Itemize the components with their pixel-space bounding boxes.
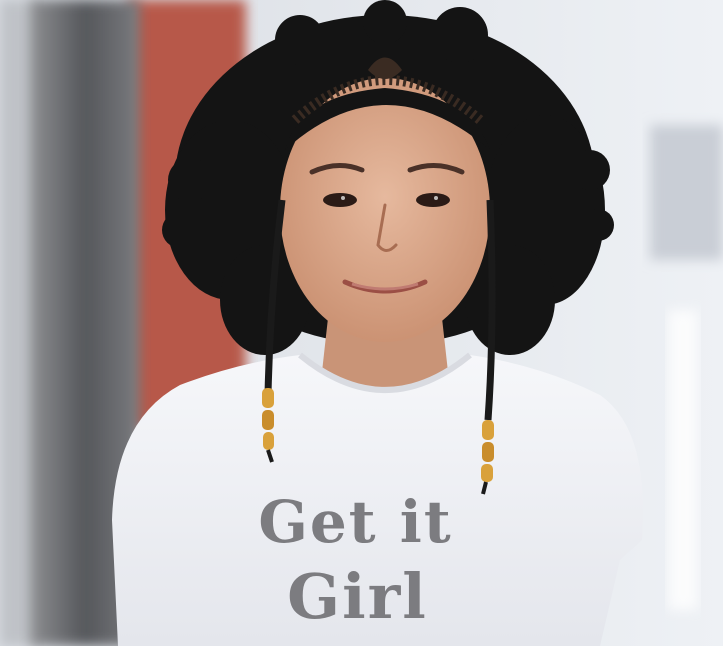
window-shape [650, 125, 723, 260]
left-eye [323, 193, 357, 207]
right-eye [416, 193, 450, 207]
portrait-photo: Get it Girl [0, 0, 723, 646]
shirt-print-line-1: Get it [258, 488, 453, 556]
shirt-print-line-2: Girl [287, 560, 428, 633]
